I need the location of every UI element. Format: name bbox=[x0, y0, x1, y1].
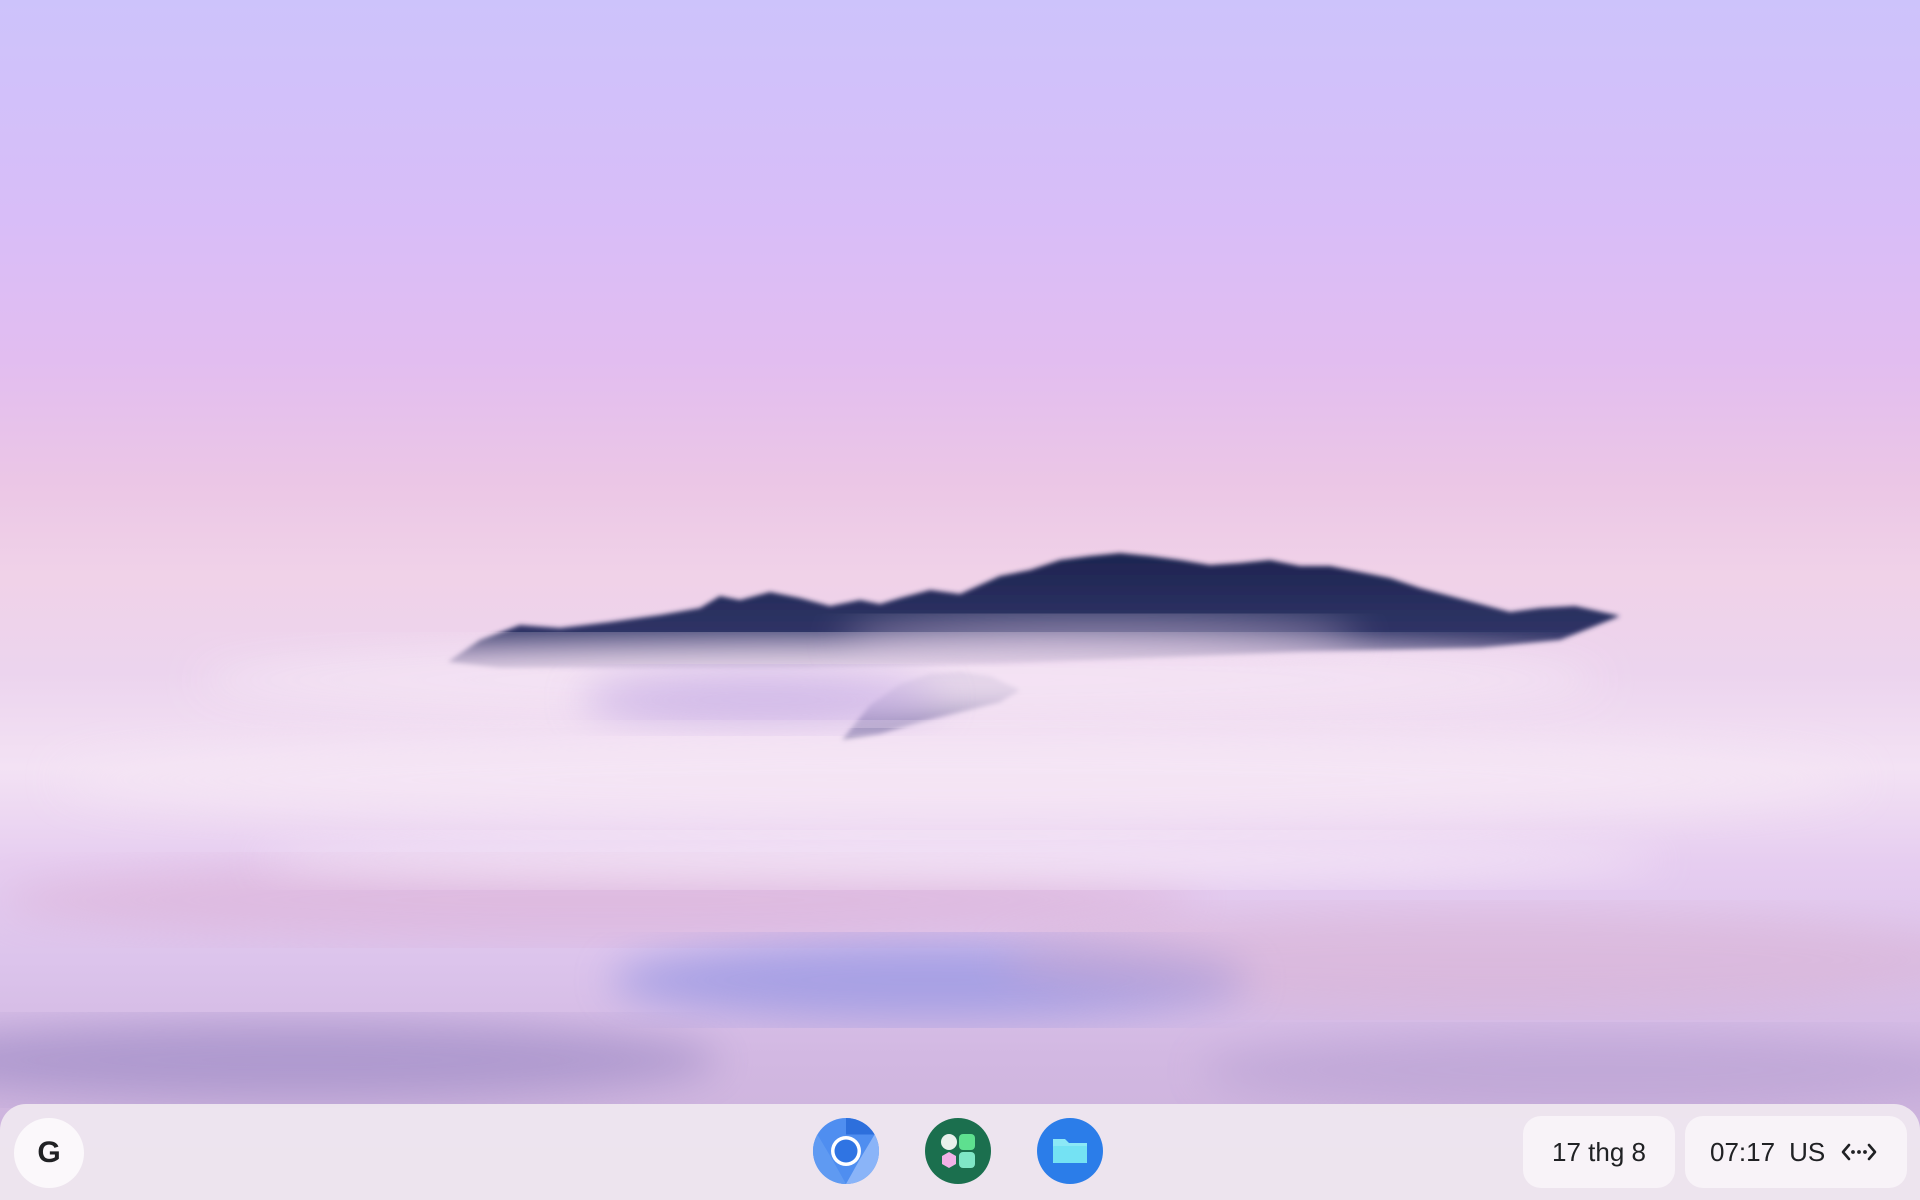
apps-app-icon[interactable] bbox=[924, 1117, 992, 1185]
date-label: 17 thg 8 bbox=[1552, 1136, 1646, 1167]
desktop bbox=[0, 0, 1920, 1200]
folder-icon bbox=[1037, 1118, 1103, 1184]
google-g-icon: G bbox=[37, 1136, 61, 1169]
files-app-icon[interactable] bbox=[1036, 1117, 1104, 1185]
chromium-icon bbox=[812, 1118, 880, 1184]
ethernet-icon bbox=[1841, 1143, 1877, 1161]
wallpaper bbox=[0, 553, 1920, 1110]
status-area[interactable]: 07:17 US bbox=[1685, 1116, 1907, 1188]
date-tray[interactable]: 17 thg 8 bbox=[1523, 1116, 1675, 1188]
shelf: G 17 thg 8 07:17 US bbox=[0, 1104, 1920, 1200]
chromium-app-icon[interactable] bbox=[812, 1117, 880, 1185]
keyboard-layout-label: US bbox=[1789, 1136, 1826, 1167]
clock-time: 07:17 bbox=[1710, 1136, 1776, 1167]
launcher-button[interactable]: G bbox=[14, 1118, 84, 1188]
apps-grid-icon bbox=[925, 1118, 991, 1184]
